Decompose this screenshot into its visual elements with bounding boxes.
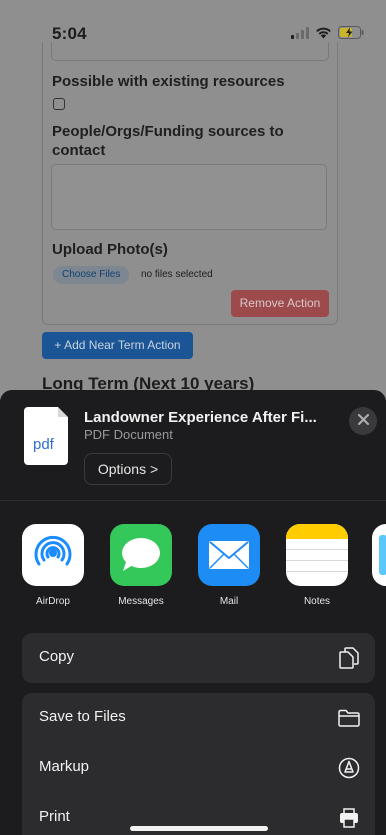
battery-charging-icon (338, 26, 364, 44)
page-fold-icon (58, 407, 68, 417)
share-sheet: pdf Landowner Experience After Fi... PDF… (0, 390, 386, 835)
messages-icon (110, 524, 172, 586)
document-subtitle: PDF Document (84, 427, 173, 442)
share-app-label: AirDrop (36, 596, 70, 607)
contacts-textarea[interactable] (51, 164, 327, 230)
document-title: Landowner Experience After Fi... (84, 409, 317, 426)
secondary-action-group: Save to Files Markup Print (22, 693, 375, 835)
close-icon (357, 412, 369, 430)
close-button[interactable] (349, 407, 377, 435)
pdf-thumb-label: pdf (33, 436, 54, 453)
no-files-text: no files selected (141, 269, 213, 280)
action-label: Markup (39, 758, 90, 775)
action-copy[interactable]: Copy (22, 633, 375, 683)
status-time: 5:04 (52, 24, 87, 43)
background-web-page: 5:04 Possible with existing resources Pe… (0, 0, 386, 400)
printer-icon (337, 806, 361, 830)
add-near-term-action-button[interactable]: + Add Near Term Action (42, 332, 193, 359)
mail-icon (198, 524, 260, 586)
action-label: Save to Files (39, 708, 126, 725)
copy-icon (337, 646, 361, 670)
share-app-notes[interactable]: Notes (286, 524, 350, 607)
partial-app-icon (372, 524, 386, 586)
share-app-mail[interactable]: Mail (198, 524, 262, 607)
previous-input-field[interactable] (51, 42, 329, 61)
folder-icon (337, 706, 361, 730)
airdrop-icon (22, 524, 84, 586)
share-app-label: Mail (219, 596, 239, 607)
share-app-row: AirDrop Messages Mail Notes (0, 514, 386, 614)
ios-screen: 5:04 Possible with existing resources Pe… (0, 0, 386, 835)
existing-resources-checkbox[interactable] (53, 98, 65, 110)
contacts-label: People/Orgs/Funding sources to contact (52, 123, 284, 159)
share-app-label: Notes (303, 596, 331, 607)
markup-icon (337, 756, 361, 780)
share-app-messages[interactable]: Messages (110, 524, 174, 607)
pdf-thumbnail: pdf (24, 407, 68, 465)
action-markup[interactable]: Markup (22, 743, 375, 793)
upload-photo-label: Upload Photo(s) (52, 241, 168, 258)
action-label: Print (39, 808, 70, 825)
existing-resources-label: Possible with existing resources (52, 73, 285, 90)
sheet-divider (0, 500, 386, 501)
share-app-label: Messages (118, 596, 164, 607)
remove-action-button[interactable]: Remove Action (231, 290, 329, 317)
action-save-to-files[interactable]: Save to Files (22, 693, 375, 743)
options-button[interactable]: Options > (84, 453, 172, 485)
home-indicator[interactable] (130, 826, 268, 831)
choose-files-button[interactable]: Choose Files (53, 266, 130, 284)
action-form-card: Possible with existing resources People/… (42, 42, 338, 325)
primary-action-group: Copy (22, 633, 375, 683)
share-app-partial[interactable] (372, 524, 386, 586)
action-label: Copy (39, 648, 75, 665)
notes-icon (286, 524, 348, 586)
share-app-airdrop[interactable]: AirDrop (22, 524, 86, 607)
